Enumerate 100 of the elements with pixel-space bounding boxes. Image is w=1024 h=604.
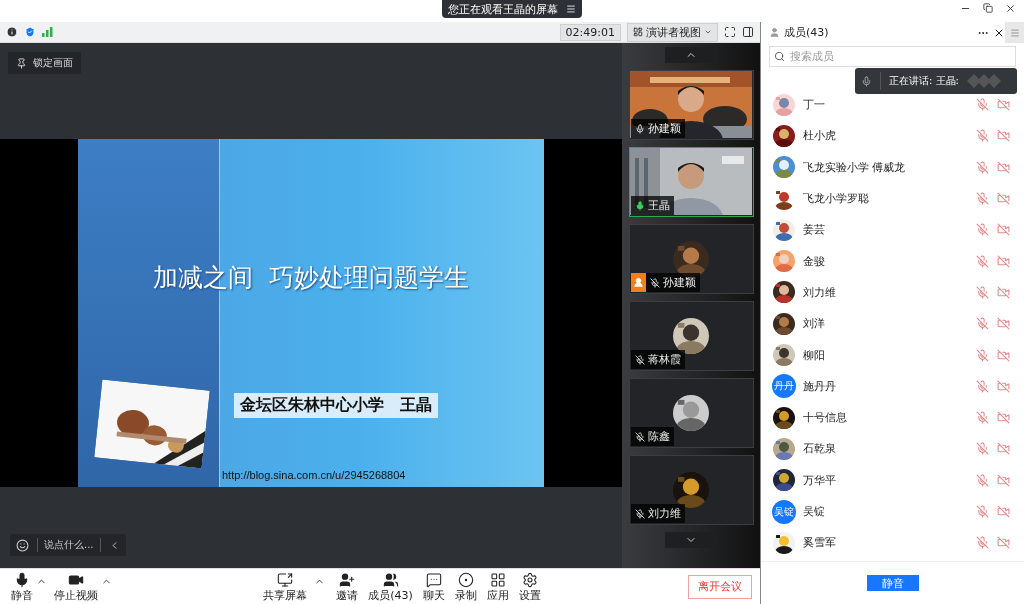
camera-off-icon[interactable]: [997, 473, 1010, 487]
muted-mic-icon[interactable]: [976, 98, 989, 112]
camera-off-icon[interactable]: [997, 505, 1010, 518]
leave-meeting-button[interactable]: 离开会议: [688, 574, 752, 599]
camera-off-icon[interactable]: [997, 129, 1010, 143]
muted-mic-icon[interactable]: [976, 160, 989, 174]
user-icon: [769, 27, 780, 38]
mute-all-button[interactable]: 静音: [866, 575, 919, 592]
member-name: 刘洋: [803, 316, 826, 332]
search-field[interactable]: 搜索成员: [769, 46, 1016, 67]
meeting-timer: 02:49:01: [559, 23, 621, 41]
logo-icon: [966, 74, 1001, 88]
camera-off-icon[interactable]: [997, 536, 1010, 550]
video-tile[interactable]: 王晶: [628, 147, 754, 217]
participant-name: 陈鑫: [647, 429, 670, 444]
screen-share-icon: [277, 572, 294, 588]
chat-prompt[interactable]: 说点什么...: [37, 538, 101, 552]
toolbar-button[interactable]: 静音: [8, 572, 36, 601]
video-tile[interactable]: 孙建颖: [628, 224, 754, 294]
camera-off-icon[interactable]: [997, 160, 1010, 174]
participant-name: 王晶: [647, 198, 670, 213]
slide-subtitle: 金坛区朱林中心小学 王晶: [234, 393, 438, 418]
participant-name: 孙建颖: [647, 121, 681, 136]
member-name: 万华平: [803, 472, 837, 488]
panel-title: 成员(43): [784, 25, 829, 40]
signal-icon[interactable]: [42, 27, 53, 37]
toolbar-button[interactable]: 成员(43): [365, 572, 416, 601]
fullscreen-icon[interactable]: [724, 26, 736, 38]
member-name: 十号信息: [803, 410, 848, 426]
search-icon: [774, 51, 785, 62]
emoji-icon[interactable]: [16, 538, 29, 552]
info-icon[interactable]: [6, 26, 18, 38]
toolbar-button[interactable]: 停止视频: [51, 572, 101, 601]
shield-icon[interactable]: [24, 26, 36, 38]
muted-mic-icon[interactable]: [976, 129, 989, 143]
toolbar-button[interactable]: 录制: [451, 572, 480, 601]
camera-off-icon[interactable]: [997, 442, 1010, 456]
toolbar-button[interactable]: 共享屏幕: [260, 572, 311, 601]
video-tile[interactable]: 刘力维: [628, 455, 754, 525]
camera-off-icon[interactable]: [997, 285, 1010, 299]
view-mode-dropdown[interactable]: 演讲者视图: [627, 22, 718, 42]
speaking-text: 正在讲话: 王晶:: [889, 74, 959, 88]
camera-off-icon[interactable]: [997, 98, 1010, 112]
camera-off-icon[interactable]: [997, 254, 1010, 268]
menu-icon[interactable]: [566, 4, 576, 14]
muted-mic-icon[interactable]: [976, 254, 989, 268]
toolbar-button[interactable]: 邀请: [333, 572, 362, 601]
participant-name: 刘力维: [647, 506, 681, 521]
slide-title: 加减之间 巧妙处理问题学生: [152, 262, 470, 294]
restore-icon[interactable]: [983, 3, 993, 13]
video-tile[interactable]: 孙建颖: [628, 70, 754, 140]
avatar-initials: 吴锭: [772, 499, 796, 524]
microphone-icon: [14, 572, 30, 588]
chat-bar[interactable]: 说点什么...: [10, 534, 126, 556]
lock-view-button[interactable]: 锁定画面: [8, 52, 81, 74]
microphone-icon: [861, 75, 872, 87]
camera-off-icon[interactable]: [997, 317, 1010, 331]
caret-icon: [704, 28, 712, 36]
slide-url: http://blog.sina.com.cn/u/2945268804: [222, 469, 406, 481]
avatar-initials: 丹丹: [772, 374, 796, 399]
video-camera-icon: [68, 572, 84, 588]
toolbar-button[interactable]: 应用: [483, 572, 512, 601]
pin-icon: [16, 57, 27, 69]
member-name: 奚雪军: [803, 535, 837, 551]
muted-mic-icon[interactable]: [976, 411, 989, 425]
muted-mic-icon[interactable]: [976, 379, 989, 393]
participant-name: 孙建颖: [662, 275, 696, 290]
muted-mic-icon[interactable]: [976, 536, 989, 550]
user-icon: [632, 277, 644, 288]
muted-mic-icon[interactable]: [976, 473, 989, 487]
member-name: 刘力维: [803, 284, 837, 300]
muted-mic-icon[interactable]: [976, 442, 989, 456]
member-name: 施丹丹: [803, 378, 837, 394]
camera-off-icon[interactable]: [997, 411, 1010, 425]
settings-icon: [521, 572, 538, 588]
member-name: 飞龙实验小学 傅威龙: [803, 159, 907, 175]
record-icon: [457, 572, 474, 588]
muted-mic-icon[interactable]: [976, 317, 989, 331]
muted-mic-icon[interactable]: [976, 223, 989, 237]
muted-mic-icon[interactable]: [976, 505, 989, 518]
camera-off-icon[interactable]: [997, 379, 1010, 393]
muted-mic-icon[interactable]: [976, 192, 989, 206]
camera-off-icon[interactable]: [997, 348, 1010, 362]
banner-text: 您正在观看王晶的屏幕: [448, 1, 558, 17]
muted-mic-icon[interactable]: [976, 285, 989, 299]
sidebar-toggle-icon[interactable]: [742, 26, 754, 38]
close-icon[interactable]: [1005, 3, 1016, 14]
camera-off-icon[interactable]: [997, 223, 1010, 237]
member-name: 金骏: [803, 253, 826, 269]
toolbar-button[interactable]: 设置: [515, 572, 544, 601]
member-name: 丁一: [803, 97, 826, 113]
toolbar-button[interactable]: 聊天: [419, 572, 448, 601]
participant-name: 蒋林霞: [647, 352, 681, 367]
add-user-icon: [339, 572, 356, 588]
camera-off-icon[interactable]: [997, 192, 1010, 206]
video-tile[interactable]: 蒋林霞: [628, 301, 754, 371]
muted-mic-icon[interactable]: [976, 348, 989, 362]
member-name: 石乾泉: [803, 441, 837, 457]
video-tile[interactable]: 陈鑫: [628, 378, 754, 448]
member-name: 飞龙小学罗聪: [803, 191, 870, 207]
